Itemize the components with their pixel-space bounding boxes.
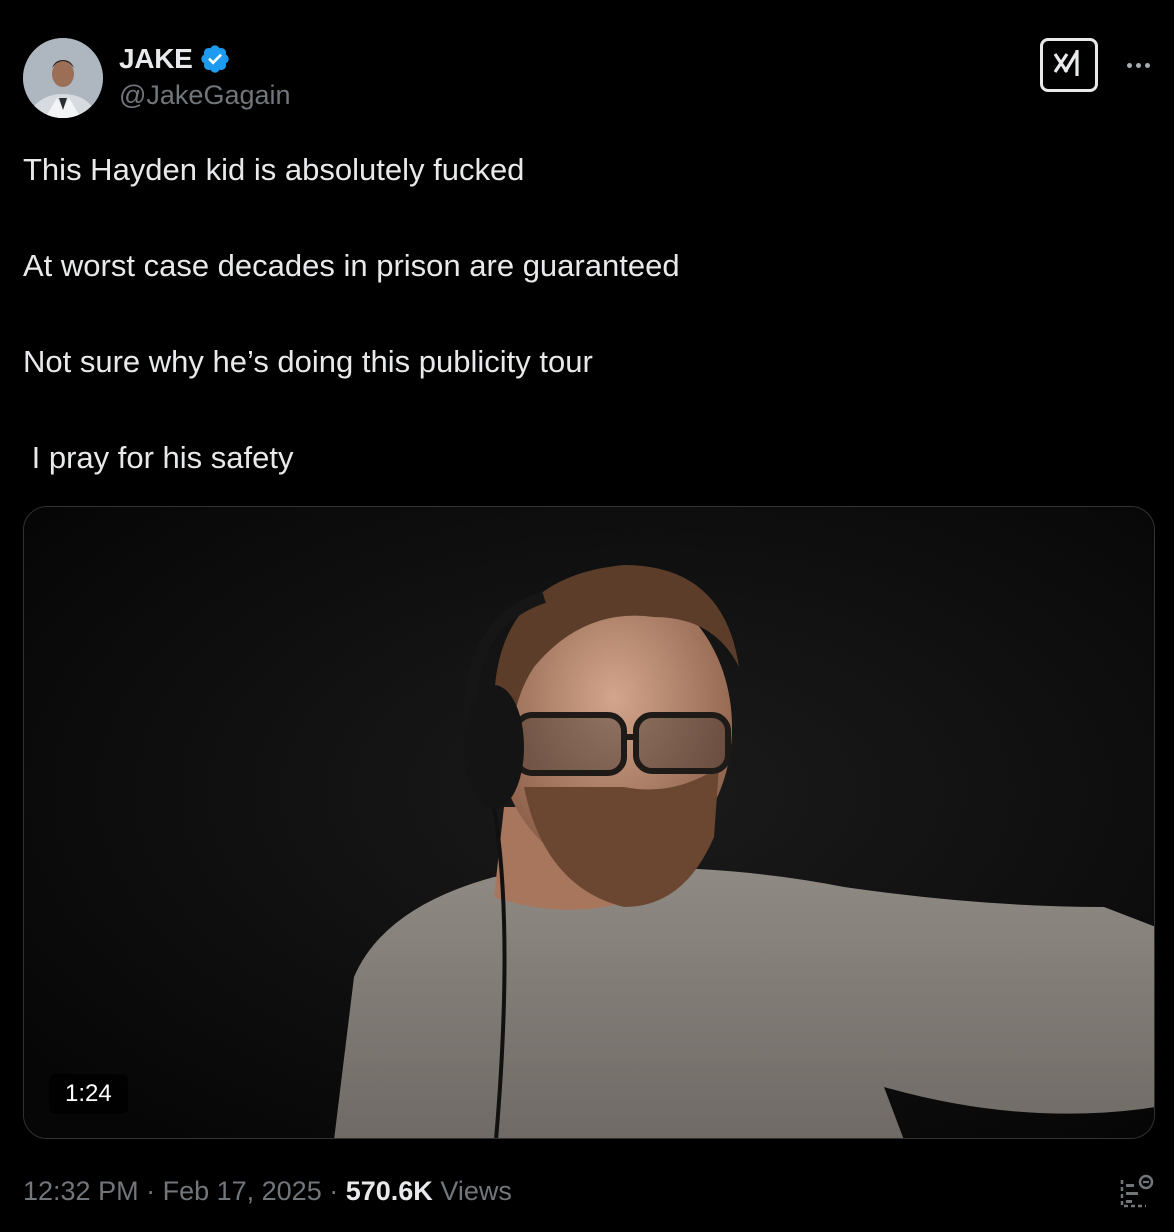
tweet-line: This Hayden kid is absolutely fucked	[23, 152, 525, 187]
analytics-button[interactable]	[1116, 1172, 1156, 1212]
author-display-name[interactable]: JAKE	[119, 43, 193, 75]
analytics-icon	[1120, 1174, 1154, 1208]
tweet-text: This Hayden kid is absolutely fucked At …	[23, 150, 1143, 534]
more-icon	[1126, 62, 1132, 68]
views-label: Views	[440, 1176, 512, 1206]
meta-separator: ·	[138, 1176, 163, 1206]
author-handle[interactable]: @JakeGagain	[119, 80, 291, 111]
video-duration-badge: 1:24	[49, 1074, 128, 1114]
verified-badge-icon[interactable]	[199, 43, 231, 75]
grok-icon	[1049, 46, 1089, 85]
more-options-button[interactable]	[1118, 50, 1158, 80]
tweet: JAKE @JakeGagain This Hayden kid is abso…	[0, 0, 1174, 1232]
video-thumbnail	[24, 507, 1154, 1138]
tweet-meta: 12:32 PM · Feb 17, 2025 · 570.6K Views	[23, 1176, 512, 1207]
author-name-row: JAKE	[119, 42, 231, 76]
meta-separator: ·	[321, 1176, 346, 1206]
tweet-line: Not sure why he’s doing this publicity t…	[23, 344, 593, 379]
views-count: 570.6K	[345, 1176, 433, 1206]
video-player[interactable]: 1:24	[23, 506, 1155, 1139]
tweet-date[interactable]: Feb 17, 2025	[163, 1176, 322, 1206]
grok-button[interactable]	[1040, 38, 1098, 92]
tweet-time[interactable]: 12:32 PM	[23, 1176, 139, 1206]
tweet-line: At worst case decades in prison are guar…	[23, 248, 680, 283]
author-avatar[interactable]	[23, 38, 103, 118]
tweet-line: I pray for his safety	[23, 440, 294, 475]
